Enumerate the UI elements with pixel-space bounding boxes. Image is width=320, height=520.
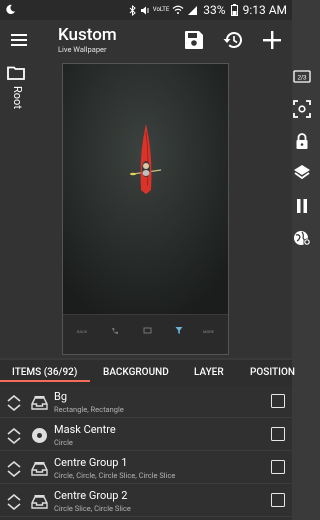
item-description: Circle, Circle, Circle Slice, Circle Sli… <box>54 471 176 480</box>
stack-icon <box>31 495 48 509</box>
item-name: Centre Group 1 <box>54 456 128 469</box>
list-item[interactable]: Centre Group 2 Circle Slice, Circle Slic… <box>0 485 292 517</box>
preview-nav-back: BACK <box>77 329 88 334</box>
page-badge: 2/3 <box>297 75 306 82</box>
item-checkbox[interactable] <box>271 493 285 507</box>
moon-icon <box>6 4 16 14</box>
app-subtitle: Live Wallpaper <box>58 45 107 54</box>
reorder-icon[interactable] <box>6 461 22 477</box>
kayak-image <box>63 64 228 316</box>
item-description: Circle Slice, Circle Slice <box>54 504 131 513</box>
clock: 9:13 AM <box>242 3 287 17</box>
items-list: Bg Rectangle, Rectangle Mask Centre Circ… <box>0 386 292 520</box>
add-icon[interactable] <box>261 29 283 51</box>
wifi-icon <box>172 5 184 14</box>
battery-icon <box>230 4 238 16</box>
item-name: Mask Centre <box>54 423 116 436</box>
reorder-icon[interactable] <box>6 428 22 444</box>
status-indicators: VoLTE 33% 9:13 AM <box>129 3 287 17</box>
pause-icon[interactable] <box>293 197 311 215</box>
phone-icon <box>112 328 118 335</box>
page-badge-icon[interactable]: 2/3 <box>293 68 311 86</box>
globe-settings-icon[interactable] <box>293 229 311 247</box>
reorder-icon[interactable] <box>6 494 22 510</box>
root-label[interactable]: Root <box>11 86 24 109</box>
layers-icon[interactable] <box>293 164 311 182</box>
stack-icon <box>31 462 48 476</box>
item-checkbox[interactable] <box>271 460 285 474</box>
menu-icon[interactable] <box>10 30 30 50</box>
reorder-icon[interactable] <box>6 395 22 411</box>
item-name: Bg <box>54 390 68 403</box>
history-icon[interactable] <box>222 29 244 51</box>
item-description: Circle <box>54 438 73 447</box>
tab-background[interactable]: BACKGROUND <box>103 367 169 378</box>
app-title: Kustom <box>58 25 117 45</box>
tab-layer[interactable]: LAYER <box>194 367 224 378</box>
lock-icon[interactable] <box>293 132 311 150</box>
list-item[interactable]: Mask Centre Circle <box>0 419 292 451</box>
circle-icon <box>32 428 47 443</box>
item-name: Centre Group 2 <box>54 489 128 502</box>
status-bar: VoLTE 33% 9:13 AM <box>0 0 292 20</box>
item-description: Rectangle, Rectangle <box>54 405 124 414</box>
preview-nav-more: MORE <box>203 329 214 334</box>
tab-position[interactable]: POSITION <box>250 367 295 378</box>
network-type: VoLTE <box>152 6 170 13</box>
save-icon[interactable] <box>183 29 205 51</box>
editor-tabs: ITEMS (36/92) BACKGROUND LAYER POSITION <box>0 360 295 386</box>
item-checkbox[interactable] <box>271 394 285 408</box>
signal-icon <box>188 5 198 15</box>
tab-items[interactable]: ITEMS (36/92) <box>12 367 77 378</box>
folder-icon[interactable] <box>7 66 25 80</box>
item-checkbox[interactable] <box>271 427 285 441</box>
filter-icon <box>175 327 183 334</box>
mute-icon <box>140 6 149 14</box>
stack-icon <box>31 396 48 410</box>
wallpaper-preview[interactable]: BACK MORE <box>62 63 229 355</box>
list-item[interactable]: Centre Group 1 Circle, Circle, Circle Sl… <box>0 452 292 484</box>
bluetooth-icon <box>129 4 136 16</box>
app-bar: Kustom Live Wallpaper <box>0 20 292 60</box>
battery-percentage: 33% <box>203 3 226 17</box>
preview-nav-bar: BACK MORE <box>63 314 228 354</box>
list-item[interactable]: Bg Rectangle, Rectangle <box>0 386 292 418</box>
focus-icon[interactable] <box>293 100 311 118</box>
message-icon <box>143 327 152 334</box>
active-tab-indicator <box>0 380 90 382</box>
